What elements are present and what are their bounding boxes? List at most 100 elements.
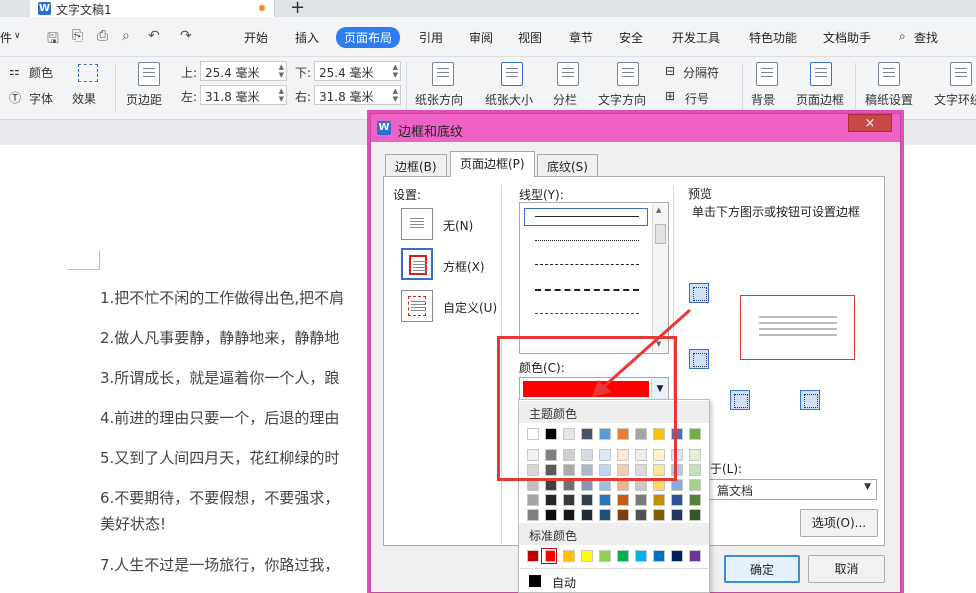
theme-shade-swatch[interactable] [671,494,683,506]
setting-custom-icon[interactable] [401,290,433,322]
file-menu-chevron-icon[interactable]: ∨ [14,31,21,41]
setting-custom-label[interactable]: 自定义(U) [443,299,497,316]
print-icon[interactable]: ⎙ [97,28,108,44]
standard-color-swatch[interactable] [599,550,611,562]
dialog-close-button[interactable]: × [848,114,892,132]
theme-shade-swatch[interactable] [617,509,629,521]
theme-shade-swatch[interactable] [581,509,593,521]
margin-icon[interactable] [138,62,160,86]
menu-view[interactable]: 视图 [518,29,542,46]
theme-shade-swatch[interactable] [617,494,629,506]
redo-icon[interactable]: ↷ [180,28,192,44]
standard-color-swatch[interactable] [581,550,593,562]
menu-insert[interactable]: 插入 [295,29,319,46]
standard-color-swatch[interactable] [653,550,665,562]
paper-setup-icon[interactable] [878,62,900,86]
standard-color-swatch[interactable] [671,550,683,562]
text-direction-icon[interactable] [617,62,639,86]
background-button[interactable]: 背景 [751,91,775,108]
scroll-up-icon[interactable]: ▲ [656,206,661,214]
save-icon[interactable]: 🖫 [47,28,59,52]
theme-shade-swatch[interactable] [635,509,647,521]
line-style-dashed-short[interactable] [535,264,639,265]
theme-shade-swatch[interactable] [635,494,647,506]
theme-shade-swatch[interactable] [563,494,575,506]
line-style-scrollbar[interactable]: ▲ ▼ [652,204,668,352]
margin-button[interactable]: 页边距 [126,91,162,108]
theme-shade-swatch[interactable] [689,494,701,506]
theme-shade-swatch[interactable] [689,449,701,461]
line-style-solid[interactable] [535,216,639,217]
line-style-dashed[interactable] [535,289,639,291]
top-margin-input[interactable]: 25.4 毫米 ▲ ▼ [200,61,287,81]
theme-shade-swatch[interactable] [545,509,557,521]
theme-shade-swatch[interactable] [689,509,701,521]
undo-icon[interactable]: ↶ [148,28,160,44]
menu-chapter[interactable]: 章节 [569,29,593,46]
page-border-icon[interactable] [810,62,832,86]
print-preview-icon[interactable]: ⌕ [122,28,130,44]
theme-shade-swatch[interactable] [653,494,665,506]
columns-icon[interactable] [557,62,579,86]
dropdown-arrow-icon[interactable]: ▼ [864,482,871,492]
setting-box-label[interactable]: 方框(X) [443,258,485,275]
menu-page-layout[interactable]: 页面布局 [336,27,401,48]
right-margin-input[interactable]: 31.8 毫米 ▲ ▼ [314,85,401,105]
theme-shade-swatch[interactable] [671,509,683,521]
spinner-icon[interactable]: ▲ ▼ [279,87,284,103]
theme-shade-swatch[interactable] [545,494,557,506]
auto-color-option[interactable]: 自动 [552,574,576,591]
theme-effect-icon[interactable] [78,64,98,82]
search-label[interactable]: 查找 [914,29,938,46]
dialog-titlebar[interactable]: W 边框和底纹 [371,114,900,142]
setting-box-icon[interactable] [401,248,433,280]
line-style-dotted[interactable] [535,240,639,241]
ok-button[interactable]: 确定 [724,555,800,583]
document-page-right[interactable] [896,145,976,593]
menu-review[interactable]: 审阅 [469,29,493,46]
theme-font-button[interactable]: 字体 [29,90,53,107]
theme-shade-swatch[interactable] [563,509,575,521]
menu-developer[interactable]: 开发工具 [672,29,720,46]
setting-none-icon[interactable] [401,208,433,240]
menu-references[interactable]: 引用 [419,29,443,46]
text-direction-button[interactable]: 文字方向 [598,91,646,108]
file-menu[interactable]: 件 [0,29,12,46]
left-margin-input[interactable]: 31.8 毫米 ▲ ▼ [200,85,287,105]
line-style-dash-dot[interactable] [535,313,639,314]
columns-button[interactable]: 分栏 [553,91,577,108]
separator-icon[interactable]: ⊟ [665,64,675,78]
theme-font-icon[interactable]: Ⓣ [9,89,21,106]
right-border-button[interactable] [800,390,820,410]
paper-size-button[interactable]: 纸张大小 [485,91,533,108]
menu-security[interactable]: 安全 [619,29,643,46]
setting-none-label[interactable]: 无(N) [443,217,473,234]
new-tab-button[interactable]: + [290,0,305,18]
theme-shade-swatch[interactable] [599,509,611,521]
format-painter-icon[interactable]: ⎘ [72,28,83,44]
theme-shade-swatch[interactable] [581,494,593,506]
standard-color-swatch[interactable] [689,550,701,562]
menu-features[interactable]: 特色功能 [749,29,797,46]
theme-shade-swatch[interactable] [527,494,539,506]
background-icon[interactable] [756,62,778,86]
search-icon[interactable]: ⌕ [899,29,906,44]
auto-color-swatch[interactable] [529,575,541,587]
left-border-button[interactable] [730,390,750,410]
line-style-list[interactable]: ▲ ▼ [519,202,669,354]
standard-color-swatch[interactable] [635,550,647,562]
standard-color-swatch[interactable] [527,550,539,562]
theme-shade-swatch[interactable] [527,509,539,521]
page-border-button[interactable]: 页面边框 [796,91,844,108]
orientation-button[interactable]: 纸张方向 [415,91,463,108]
separator-button[interactable]: 分隔符 [683,64,719,81]
theme-color-swatch[interactable] [689,428,701,440]
theme-shade-swatch[interactable] [689,464,701,476]
spinner-icon[interactable]: ▲ ▼ [279,63,284,79]
line-number-icon[interactable]: ⊞ [665,89,675,103]
orientation-icon[interactable] [432,62,454,86]
theme-shade-swatch[interactable] [689,479,701,491]
cancel-button[interactable]: 取消 [808,555,885,583]
border-preview[interactable] [740,295,855,360]
theme-shade-swatch[interactable] [599,494,611,506]
